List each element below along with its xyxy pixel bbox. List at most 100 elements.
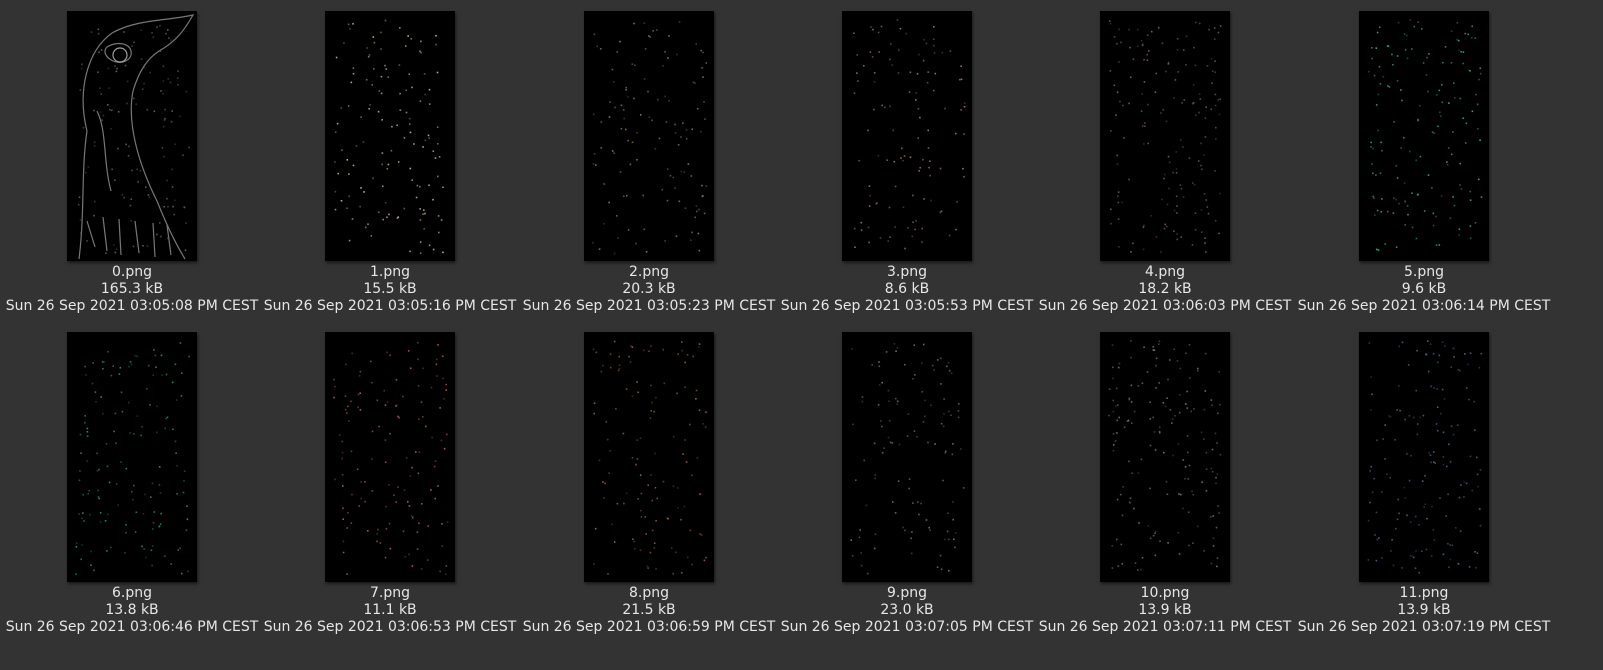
file-item[interactable]: 2.png 20.3 kB Sun 26 Sep 2021 03:05:23 P… xyxy=(517,0,781,322)
preview-pixel xyxy=(696,210,698,213)
file-item[interactable]: 11.png 13.9 kB Sun 26 Sep 2021 03:07:19 … xyxy=(1292,321,1556,643)
preview-pixel xyxy=(112,244,115,246)
preview-pixel xyxy=(602,481,604,483)
preview-pixel xyxy=(1404,497,1407,499)
preview-pixel xyxy=(616,51,618,53)
preview-pixel xyxy=(1438,89,1441,92)
preview-pixel xyxy=(633,22,635,25)
preview-pixel xyxy=(963,102,966,105)
preview-pixel xyxy=(1381,149,1383,152)
preview-pixel xyxy=(687,163,690,165)
preview-pixel xyxy=(334,478,336,481)
preview-pixel xyxy=(125,467,128,470)
preview-pixel xyxy=(1464,142,1467,144)
preview-pixel xyxy=(891,64,893,66)
preview-pixel xyxy=(627,139,629,142)
preview-pixel xyxy=(1441,388,1444,391)
preview-pixel xyxy=(873,81,876,83)
preview-pixel xyxy=(1367,559,1370,561)
preview-pixel xyxy=(1158,382,1160,384)
preview-pixel xyxy=(1183,99,1186,101)
preview-pixel xyxy=(1214,93,1217,96)
file-item[interactable]: 10.png 13.9 kB Sun 26 Sep 2021 03:07:11 … xyxy=(1033,321,1297,643)
preview-pixel xyxy=(397,216,400,218)
preview-pixel xyxy=(607,573,609,575)
preview-pixel xyxy=(158,525,160,528)
file-item[interactable]: 3.png 8.6 kB Sun 26 Sep 2021 03:05:53 PM… xyxy=(775,0,1039,322)
preview-pixel xyxy=(1464,353,1466,355)
preview-pixel xyxy=(430,386,433,389)
thumbnail xyxy=(1359,11,1489,261)
preview-pixel xyxy=(423,73,426,75)
preview-pixel xyxy=(661,188,664,191)
preview-pixel xyxy=(1147,142,1149,145)
file-item[interactable]: 5.png 9.6 kB Sun 26 Sep 2021 03:06:14 PM… xyxy=(1292,0,1556,322)
preview-pixel xyxy=(1377,249,1380,251)
file-item[interactable]: 4.png 18.2 kB Sun 26 Sep 2021 03:06:03 P… xyxy=(1033,0,1297,322)
preview-pixel xyxy=(894,226,896,228)
preview-pixel xyxy=(685,129,688,131)
preview-pixel xyxy=(698,343,701,345)
file-item[interactable]: 0.png 165.3 kB Sun 26 Sep 2021 03:05:08 … xyxy=(0,0,264,322)
preview-pixel xyxy=(655,519,657,522)
preview-pixel xyxy=(1212,515,1214,517)
preview-pixel xyxy=(701,67,703,69)
preview-pixel xyxy=(1376,209,1379,212)
preview-pixel xyxy=(910,537,912,540)
preview-pixel xyxy=(1409,521,1412,523)
preview-pixel xyxy=(419,219,422,221)
preview-pixel xyxy=(1144,125,1146,127)
preview-pixel xyxy=(1459,184,1461,186)
preview-pixel xyxy=(1471,25,1473,28)
preview-pixel xyxy=(1186,435,1189,437)
preview-pixel xyxy=(1110,222,1112,225)
preview-pixel xyxy=(352,67,355,69)
preview-pixel xyxy=(110,374,113,377)
preview-pixel xyxy=(1149,487,1151,490)
preview-pixel xyxy=(1479,469,1482,471)
preview-pixel xyxy=(1397,498,1400,501)
preview-pixel xyxy=(131,490,133,493)
preview-pixel xyxy=(1178,394,1181,396)
file-item[interactable]: 6.png 13.8 kB Sun 26 Sep 2021 03:06:46 P… xyxy=(0,321,264,643)
preview-pixel xyxy=(110,546,112,549)
preview-pixel xyxy=(593,563,595,565)
preview-pixel xyxy=(941,51,944,54)
preview-pixel xyxy=(439,407,441,409)
preview-pixel xyxy=(129,361,132,363)
preview-pixel xyxy=(159,50,162,52)
preview-pixel xyxy=(346,207,348,210)
preview-pixel xyxy=(1210,57,1213,60)
preview-pixel xyxy=(1371,163,1373,165)
preview-pixel xyxy=(381,152,384,154)
preview-pixel xyxy=(1423,506,1425,508)
preview-pixel xyxy=(1476,473,1479,476)
preview-pixel xyxy=(1128,178,1130,181)
file-item[interactable]: 7.png 11.1 kB Sun 26 Sep 2021 03:06:53 P… xyxy=(258,321,522,643)
preview-pixel xyxy=(88,489,90,492)
preview-pixel xyxy=(341,457,343,460)
preview-pixel xyxy=(171,381,174,384)
preview-pixel xyxy=(1380,141,1382,144)
preview-pixel xyxy=(1206,65,1209,67)
preview-pixel xyxy=(1134,562,1137,564)
preview-pixel xyxy=(1395,198,1397,201)
preview-pixel xyxy=(1428,53,1430,55)
preview-pixel xyxy=(1368,342,1371,344)
file-item[interactable]: 9.png 23.0 kB Sun 26 Sep 2021 03:07:05 P… xyxy=(775,321,1039,643)
preview-pixel xyxy=(411,516,414,519)
file-item[interactable]: 1.png 15.5 kB Sun 26 Sep 2021 03:05:16 P… xyxy=(258,0,522,322)
preview-pixel xyxy=(146,109,149,111)
preview-pixel xyxy=(631,395,634,398)
preview-pixel xyxy=(651,499,654,502)
preview-pixel xyxy=(602,364,604,367)
preview-pixel xyxy=(951,453,954,456)
preview-pixel xyxy=(1375,47,1378,49)
preview-pixel xyxy=(613,541,616,543)
preview-pixel xyxy=(1197,160,1200,162)
file-item[interactable]: 8.png 21.5 kB Sun 26 Sep 2021 03:06:59 P… xyxy=(517,321,781,643)
preview-pixel xyxy=(356,468,359,470)
preview-pixel xyxy=(603,182,605,185)
preview-pixel xyxy=(1193,183,1196,186)
preview-pixel xyxy=(428,137,430,139)
